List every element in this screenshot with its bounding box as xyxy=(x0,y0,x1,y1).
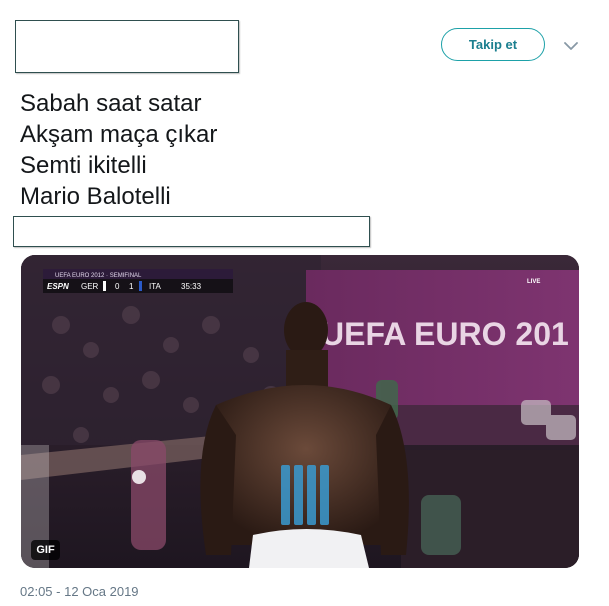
redacted-text-box xyxy=(13,216,370,247)
scoreboard-score-home: 0 xyxy=(115,282,120,291)
follow-button[interactable]: Takip et xyxy=(441,28,545,61)
gif-badge: GIF xyxy=(31,540,60,560)
chevron-down-icon[interactable] xyxy=(563,38,579,54)
tweet-text: Sabah saat satar Akşam maça çıkar Semti … xyxy=(20,88,217,212)
tweet-text-line: Akşam maça çıkar xyxy=(20,121,218,148)
scoreboard-clock: 35:33 xyxy=(181,282,202,291)
gif-badge-label: GIF xyxy=(36,544,55,556)
gif-frame: UEFA EURO 201 UEFA EURO 2012 · SEMIFINAL… xyxy=(21,255,579,568)
tweet-text-line: Semti ikitelli xyxy=(20,152,147,179)
tweet-text-line: Sabah saat satar xyxy=(20,90,202,117)
live-label: LIVE xyxy=(527,279,540,285)
scoreboard-event: UEFA EURO 2012 · SEMIFINAL xyxy=(55,273,142,279)
tweet-card: Takip et Sabah saat satar Akşam maça çık… xyxy=(0,0,609,606)
scoreboard-score-away: 1 xyxy=(129,282,134,291)
tweet-text-line: Mario Balotelli xyxy=(20,183,171,210)
tweet-timestamp[interactable]: 02:05 - 12 Oca 2019 xyxy=(20,584,139,599)
redacted-author-box xyxy=(15,20,239,73)
scoreboard-team-home: GER xyxy=(81,282,99,291)
timestamp-text: 02:05 - 12 Oca 2019 xyxy=(20,584,139,599)
follow-button-label: Takip et xyxy=(468,37,518,52)
banner-text: UEFA EURO 201 xyxy=(321,316,569,352)
gif-media[interactable]: UEFA EURO 201 UEFA EURO 2012 · SEMIFINAL… xyxy=(21,255,579,568)
scoreboard-network: ESPN xyxy=(47,282,69,291)
scoreboard-team-away: ITA xyxy=(149,282,162,291)
